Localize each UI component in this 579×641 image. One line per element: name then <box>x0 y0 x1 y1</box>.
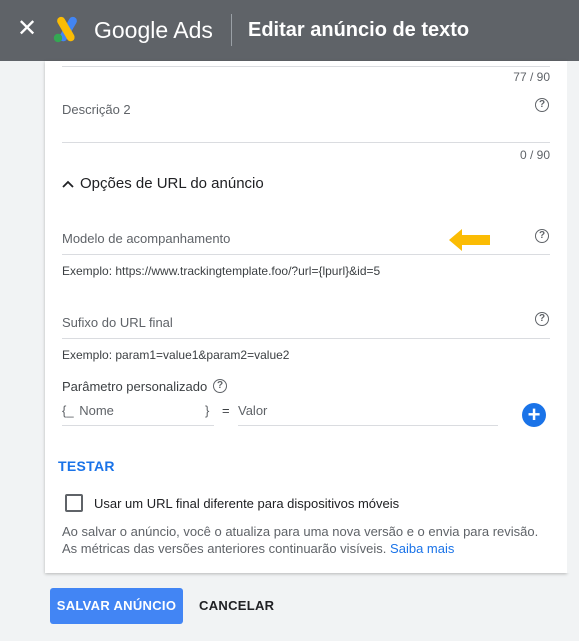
mobile-url-checkbox-label[interactable]: Usar um URL final diferente para disposi… <box>94 496 399 511</box>
page-title: Editar anúncio de texto <box>248 19 470 41</box>
help-icon[interactable]: ? <box>535 98 549 112</box>
header-divider <box>231 14 232 46</box>
description2-char-counter: 0 / 90 <box>519 148 550 162</box>
description2-underline <box>62 142 550 143</box>
param-name-placeholder: Nome <box>79 403 114 418</box>
help-icon[interactable]: ? <box>535 229 549 243</box>
custom-param-label: Parâmetro personalizado <box>62 379 208 394</box>
learn-more-link[interactable]: Saiba mais <box>390 541 454 556</box>
tracking-template-example: Exemplo: https://www.trackingtemplate.fo… <box>62 264 381 278</box>
final-url-suffix-example: Exemplo: param1=value1&param2=value2 <box>62 348 290 362</box>
param-value-underline <box>238 425 498 426</box>
add-param-button[interactable]: + <box>522 403 546 427</box>
headline-field-underline <box>62 66 550 67</box>
tracking-template-field[interactable]: Modelo de acompanhamento <box>62 231 230 246</box>
brace-close: } <box>205 403 210 418</box>
right-gutter <box>567 61 579 573</box>
close-icon[interactable]: ✕ <box>14 15 40 43</box>
test-button[interactable]: TESTAR <box>58 458 115 474</box>
chevron-up-icon <box>62 175 76 192</box>
help-icon[interactable]: ? <box>535 312 549 326</box>
final-url-suffix-underline <box>62 338 550 339</box>
annotation-arrow-icon <box>449 229 490 251</box>
param-name-underline <box>62 425 214 426</box>
param-name-input[interactable]: {_ Nome <box>62 403 114 418</box>
url-options-title: Opções de URL do anúncio <box>80 175 264 192</box>
param-value-input[interactable]: Valor <box>238 403 267 418</box>
tracking-template-underline <box>62 254 550 255</box>
url-options-toggle[interactable]: Opções de URL do anúncio <box>62 175 264 192</box>
final-url-suffix-field[interactable]: Sufixo do URL final <box>62 315 173 330</box>
brace-open: {_ <box>62 403 74 418</box>
save-ad-button[interactable]: SALVAR ANÚNCIO <box>50 588 183 624</box>
google-ads-logo <box>53 16 77 43</box>
save-notice-text: Ao salvar o anúncio, você o atualiza par… <box>62 524 539 556</box>
help-icon[interactable]: ? <box>213 379 227 393</box>
description2-field[interactable]: Descrição 2 <box>62 102 131 117</box>
equals-sign: = <box>222 403 230 418</box>
save-notice: Ao salvar o anúncio, você o atualiza par… <box>62 523 554 557</box>
top-app-bar: ✕ Google Ads Editar anúncio de texto <box>0 0 579 61</box>
plus-icon: + <box>527 402 541 427</box>
cancel-button[interactable]: CANCELAR <box>199 598 274 613</box>
brand-name: Google Ads <box>94 17 213 43</box>
headline-char-counter: 77 / 90 <box>513 70 550 84</box>
mobile-url-checkbox[interactable] <box>65 494 83 512</box>
